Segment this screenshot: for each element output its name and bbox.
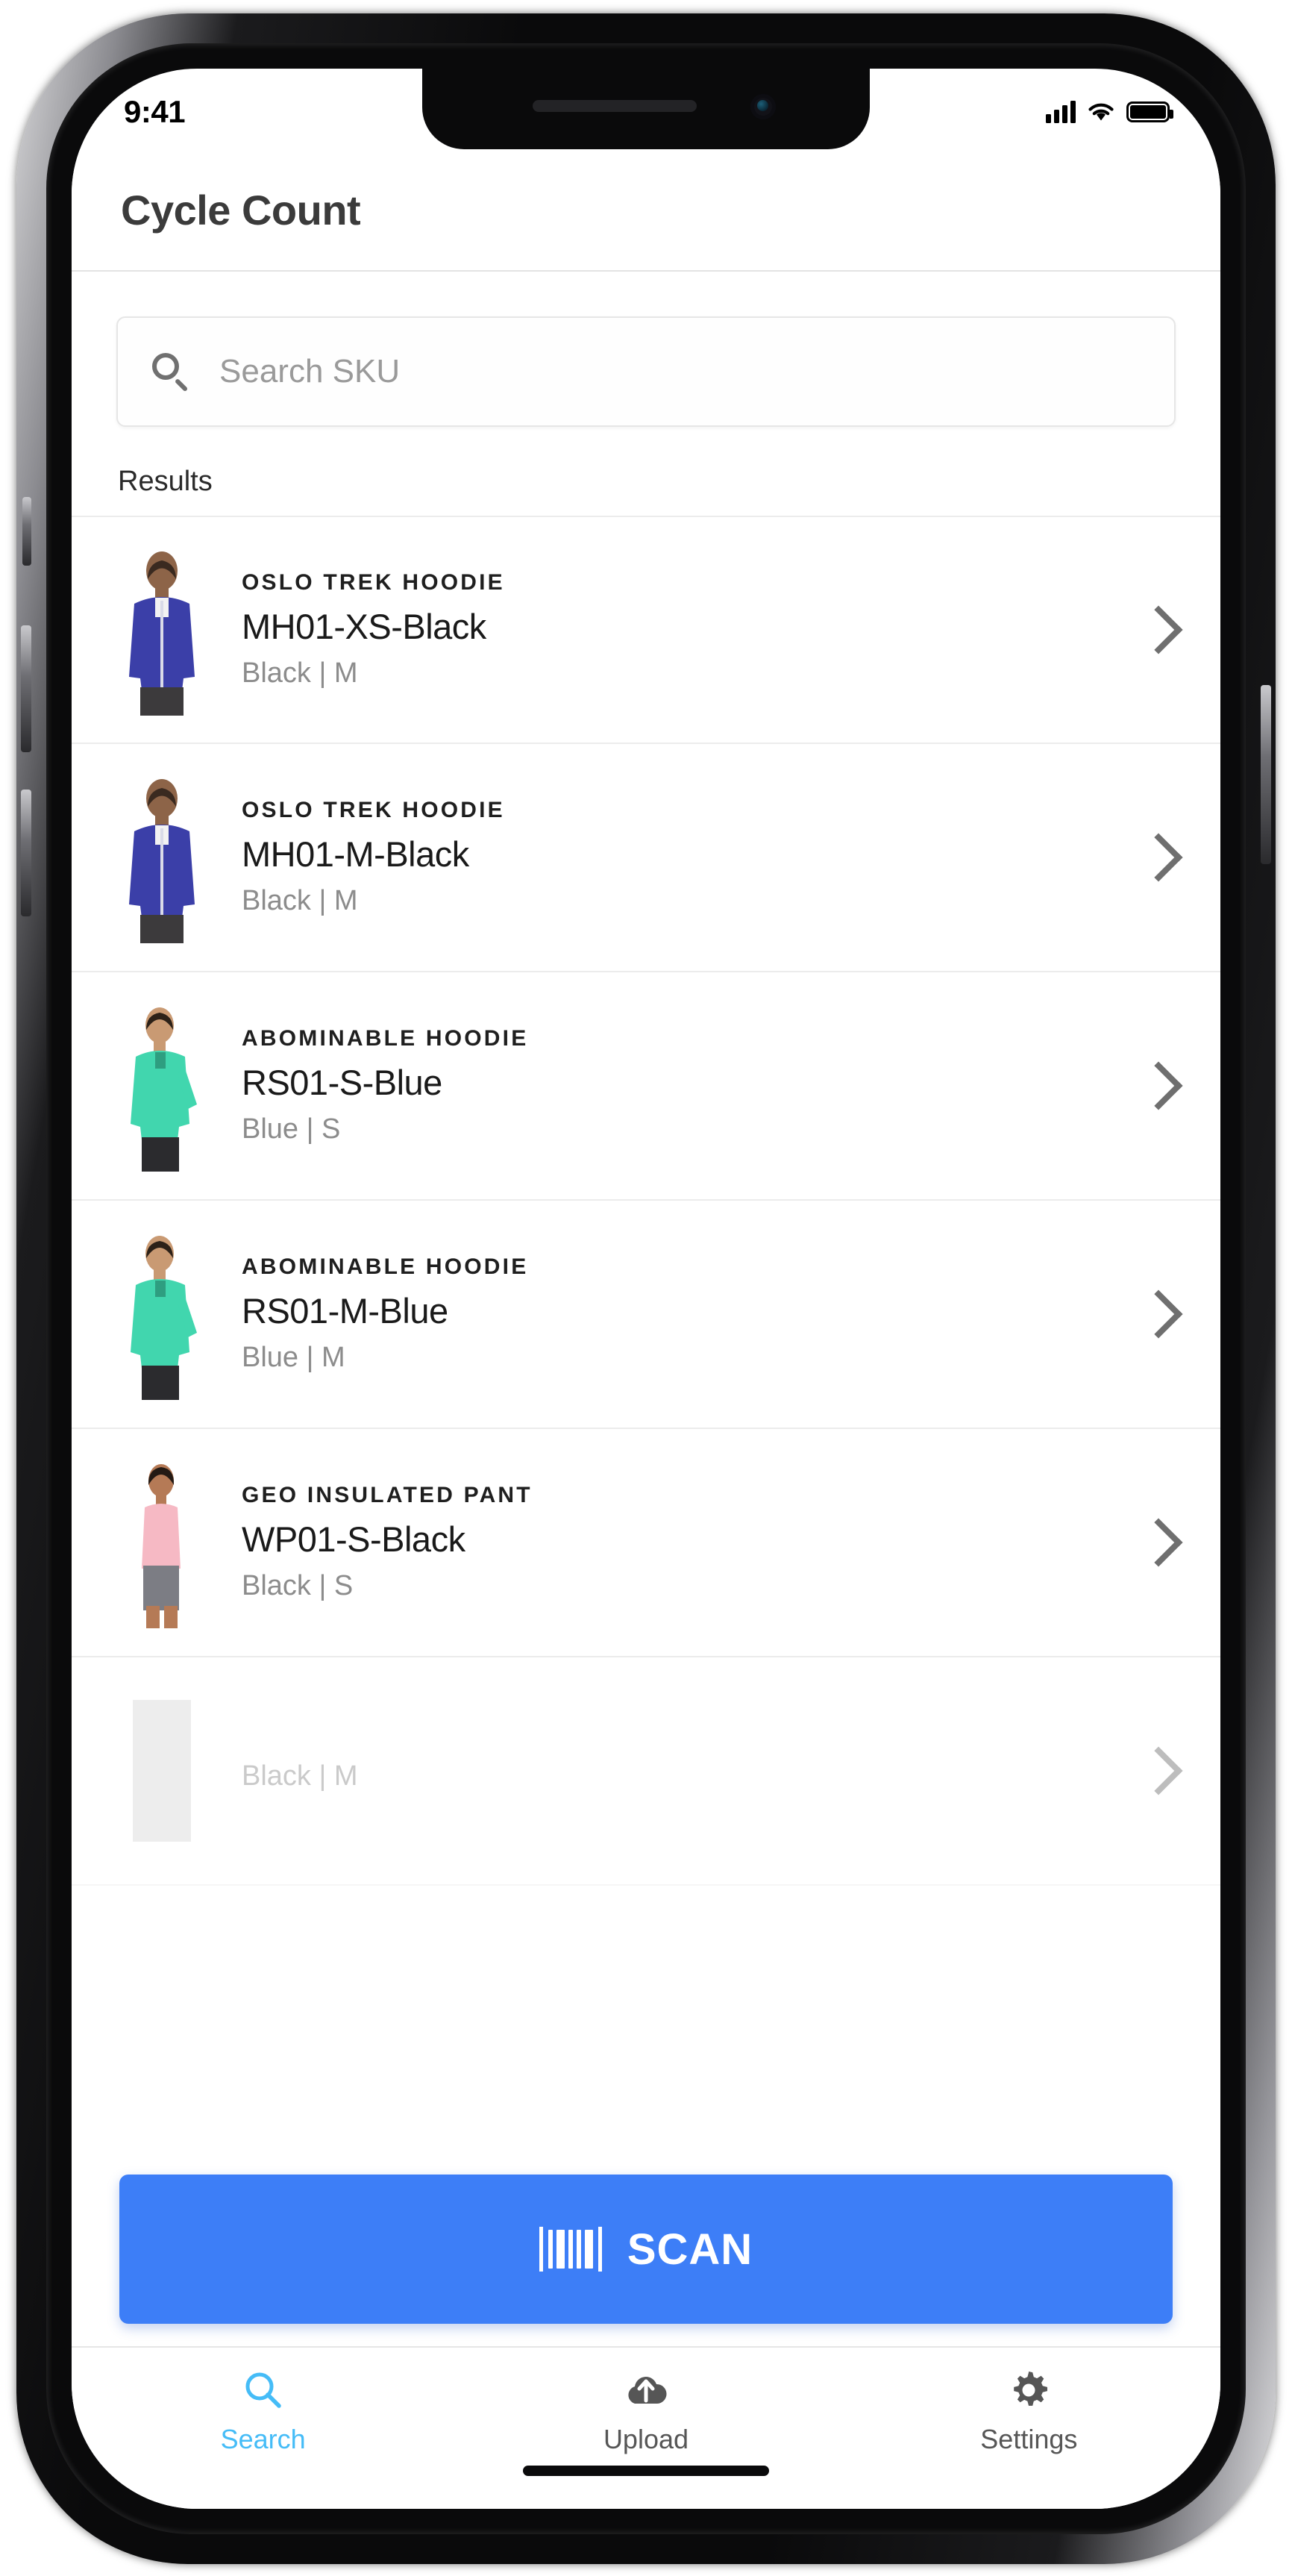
home-indicator[interactable] <box>523 2466 769 2476</box>
phone-screen: 9:41 Cycle Count Search SKU Results OSLO… <box>72 69 1220 2509</box>
product-attrs: Blue | S <box>242 1113 341 1145</box>
product-thumbnail <box>118 1000 206 1172</box>
chevron-right-icon[interactable] <box>1134 1061 1183 1110</box>
product-info: OSLO TREK HOODIE MH01-M-Black Black | M <box>242 798 1141 917</box>
cellular-signal-icon <box>1046 101 1076 123</box>
product-sku: RS01-S-Blue <box>242 1063 442 1102</box>
product-brand: ABOMINABLE HOODIE <box>242 1254 529 1279</box>
bottom-tab-bar: Search Upload Settings <box>72 2346 1220 2509</box>
wifi-icon <box>1088 103 1114 121</box>
product-info: GEO INSULATED PANT WP01-S-Black Black | … <box>242 1483 1141 1602</box>
product-attrs: Blue | M <box>242 1342 345 1373</box>
product-thumbnail <box>118 544 206 716</box>
page-title: Cycle Count <box>121 186 361 234</box>
list-item[interactable]: ABOMINABLE HOODIE RS01-S-Blue Blue | S <box>72 972 1220 1201</box>
list-item[interactable]: GEO INSULATED PANT WP01-S-Black Black | … <box>72 1429 1220 1657</box>
results-label: Results <box>118 466 213 497</box>
power-button[interactable] <box>1261 685 1271 864</box>
product-brand: OSLO TREK HOODIE <box>242 570 505 595</box>
product-brand: GEO INSULATED PANT <box>242 1483 533 1507</box>
search-icon <box>242 2367 285 2413</box>
search-icon <box>152 353 189 393</box>
tab-settings-label: Settings <box>980 2424 1078 2454</box>
product-info: ABOMINABLE HOODIE RS01-M-Blue Blue | M <box>242 1254 1141 1374</box>
barcode-icon <box>539 2227 602 2272</box>
tab-upload[interactable]: Upload <box>454 2348 837 2509</box>
list-item[interactable]: Black | M <box>72 1657 1220 1886</box>
gear-icon <box>1007 2367 1050 2413</box>
content-scroll-area[interactable]: Search SKU Results OSLO TREK HOODIE MH01… <box>72 272 1220 2346</box>
battery-full-icon <box>1126 101 1173 122</box>
chevron-right-icon[interactable] <box>1134 1289 1183 1339</box>
chevron-right-icon[interactable] <box>1134 1746 1183 1795</box>
status-bar-time: 9:41 <box>124 94 186 129</box>
product-attrs: Black | M <box>242 1760 358 1792</box>
tab-search-label: Search <box>220 2424 306 2454</box>
product-sku: WP01-S-Black <box>242 1519 465 1559</box>
list-item[interactable]: OSLO TREK HOODIE MH01-M-Black Black | M <box>72 744 1220 972</box>
product-brand: ABOMINABLE HOODIE <box>242 1026 529 1051</box>
product-sku: MH01-M-Black <box>242 834 469 874</box>
product-thumbnail <box>118 1228 206 1400</box>
product-thumbnail <box>118 1685 206 1857</box>
volume-up-button[interactable] <box>21 625 31 752</box>
product-attrs: Black | S <box>242 1570 354 1601</box>
product-sku: MH01-XS-Black <box>242 607 486 646</box>
device-notch <box>422 69 870 149</box>
results-list: OSLO TREK HOODIE MH01-XS-Black Black | M <box>72 516 1220 1886</box>
product-attrs: Black | M <box>242 657 358 689</box>
phone-bezel: 9:41 Cycle Count Search SKU Results OSLO… <box>46 43 1246 2534</box>
tab-search[interactable]: Search <box>72 2348 454 2509</box>
silent-switch-button[interactable] <box>22 497 31 566</box>
search-input-placeholder: Search SKU <box>219 353 401 390</box>
product-info: Black | M <box>242 1750 1141 1792</box>
chevron-right-icon[interactable] <box>1134 833 1183 882</box>
product-brand: OSLO TREK HOODIE <box>242 798 505 822</box>
volume-down-button[interactable] <box>21 790 31 916</box>
product-thumbnail <box>118 1457 206 1628</box>
earpiece-speaker <box>533 100 697 112</box>
list-item[interactable]: OSLO TREK HOODIE MH01-XS-Black Black | M <box>72 516 1220 744</box>
status-bar-icons <box>1046 101 1173 123</box>
product-thumbnail <box>118 772 206 943</box>
tab-upload-label: Upload <box>603 2424 689 2454</box>
app-header: Cycle Count <box>72 149 1220 272</box>
front-camera-icon <box>750 94 776 119</box>
scan-button[interactable]: SCAN <box>119 2175 1173 2324</box>
list-item[interactable]: ABOMINABLE HOODIE RS01-M-Blue Blue | M <box>72 1201 1220 1429</box>
product-info: ABOMINABLE HOODIE RS01-S-Blue Blue | S <box>242 1026 1141 1145</box>
chevron-right-icon[interactable] <box>1134 1518 1183 1567</box>
product-attrs: Black | M <box>242 885 358 916</box>
search-input[interactable]: Search SKU <box>116 316 1176 427</box>
phone-frame: 9:41 Cycle Count Search SKU Results OSLO… <box>16 13 1276 2564</box>
tab-settings[interactable]: Settings <box>838 2348 1220 2509</box>
scan-button-label: SCAN <box>627 2225 753 2274</box>
product-info: OSLO TREK HOODIE MH01-XS-Black Black | M <box>242 570 1141 690</box>
chevron-right-icon[interactable] <box>1134 605 1183 654</box>
product-sku: RS01-M-Blue <box>242 1291 448 1331</box>
cloud-upload-icon <box>622 2367 670 2413</box>
